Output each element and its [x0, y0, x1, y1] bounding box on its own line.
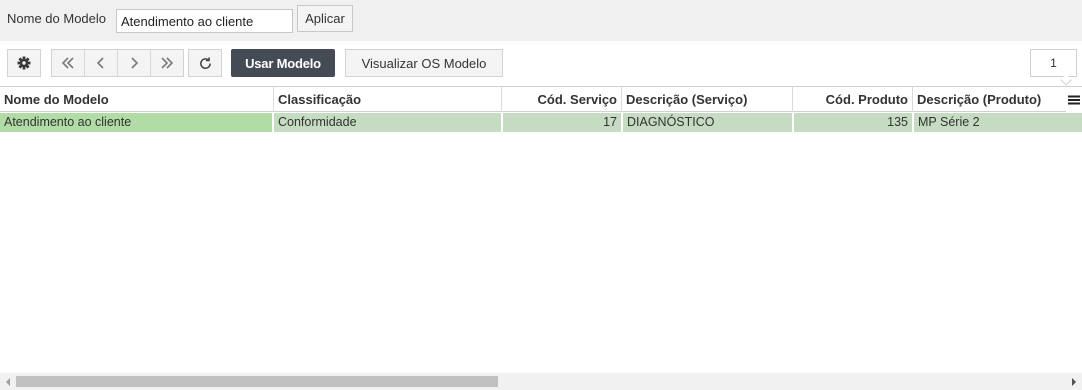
- cell-product-code: 135: [794, 113, 912, 132]
- table-row[interactable]: Atendimento ao cliente Conformidade 17 D…: [0, 113, 1082, 132]
- models-grid: Nome do Modelo Classificação Cód. Serviç…: [0, 86, 1082, 132]
- scroll-right-button[interactable]: [1066, 373, 1082, 390]
- horizontal-scrollbar[interactable]: [0, 373, 1082, 390]
- toolbar: Usar Modelo Visualizar OS Modelo 1: [0, 41, 1082, 86]
- double-chevron-left-icon: [61, 57, 74, 69]
- cell-service-code: 17: [503, 113, 621, 132]
- double-chevron-right-icon: [161, 57, 174, 69]
- pagination-controls: [51, 49, 184, 77]
- page-number-indicator: 1: [1030, 49, 1077, 77]
- cell-classification: Conformidade: [274, 113, 501, 132]
- refresh-icon: [199, 56, 211, 69]
- chevron-left-icon: [96, 57, 104, 69]
- cell-model-name: Atendimento ao cliente: [0, 113, 272, 132]
- filter-bar: Nome do Modelo Aplicar: [0, 0, 1082, 41]
- column-header-service-description[interactable]: Descrição (Serviço): [622, 87, 793, 112]
- use-model-button[interactable]: Usar Modelo: [231, 49, 335, 77]
- cell-service-description: DIAGNÓSTICO: [623, 113, 792, 132]
- column-header-model-name[interactable]: Nome do Modelo: [0, 87, 274, 112]
- settings-button[interactable]: [7, 49, 41, 77]
- gear-icon: [17, 56, 31, 70]
- column-header-product-description[interactable]: Descrição (Produto): [913, 87, 1066, 112]
- menu-lines-icon: [1068, 95, 1080, 104]
- model-name-input[interactable]: [116, 9, 293, 33]
- refresh-button[interactable]: [188, 49, 222, 77]
- column-menu-button[interactable]: [1066, 87, 1082, 112]
- column-header-product-code[interactable]: Cód. Produto: [793, 87, 913, 112]
- chevron-right-icon: [131, 57, 139, 69]
- model-name-label: Nome do Modelo: [7, 11, 106, 26]
- scroll-right-icon: [1072, 377, 1076, 386]
- first-page-button[interactable]: [52, 50, 85, 76]
- last-page-button[interactable]: [151, 50, 183, 76]
- scroll-left-icon: [6, 377, 10, 386]
- apply-button[interactable]: Aplicar: [297, 5, 353, 32]
- column-header-classification[interactable]: Classificação: [274, 87, 502, 112]
- column-header-service-code[interactable]: Cód. Serviço: [502, 87, 622, 112]
- grid-header: Nome do Modelo Classificação Cód. Serviç…: [0, 86, 1082, 112]
- next-page-button[interactable]: [118, 50, 151, 76]
- scroll-left-button[interactable]: [0, 373, 16, 390]
- cell-product-description: MP Série 2: [914, 113, 1082, 132]
- view-os-model-button[interactable]: Visualizar OS Modelo: [345, 49, 503, 77]
- previous-page-button[interactable]: [85, 50, 118, 76]
- scrollbar-thumb[interactable]: [16, 376, 498, 387]
